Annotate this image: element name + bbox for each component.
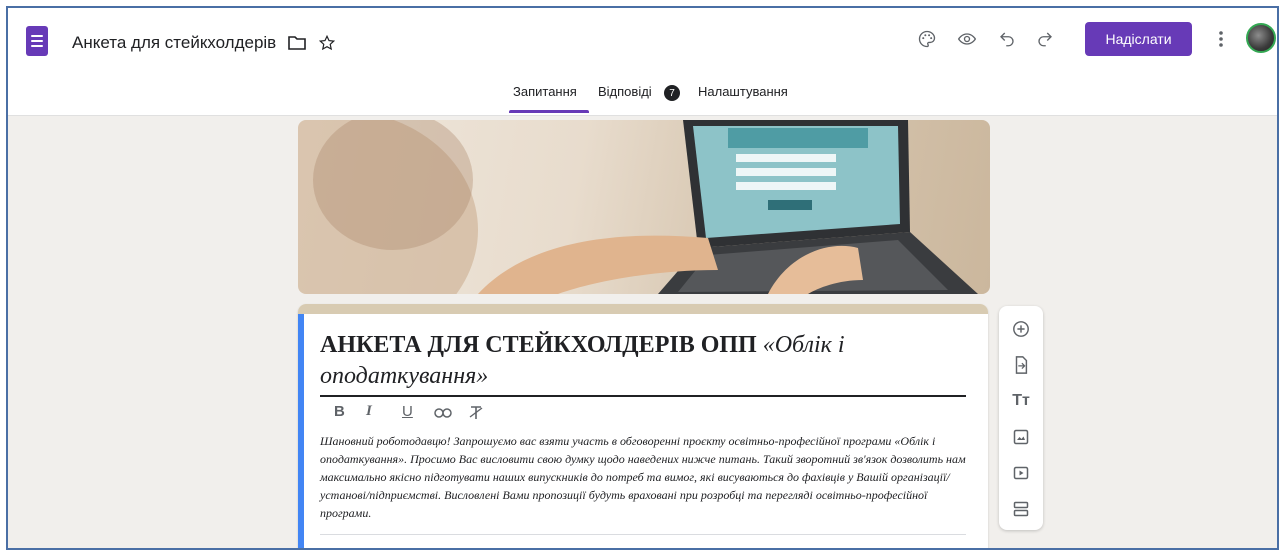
google-forms-icon[interactable] [26,26,48,56]
description-underline [320,534,966,535]
form-title[interactable]: АНКЕТА ДЛЯ СТЕЙКХОЛДЕРІВ ОПП «Облік і оп… [320,330,970,392]
theme-color-bar [298,304,988,314]
avatar[interactable] [1246,23,1276,53]
add-section-icon[interactable] [999,494,1043,524]
top-bar: Анкета для стейкхолдерів Надіслати Запит… [8,8,1277,116]
bold-button[interactable]: B [334,403,345,420]
document-title[interactable]: Анкета для стейкхолдерів [72,33,276,53]
italic-button[interactable]: I [366,403,372,420]
title-underline [320,395,966,397]
send-button[interactable]: Надіслати [1085,22,1192,56]
palette-icon[interactable] [914,26,940,52]
eye-icon[interactable] [954,26,980,52]
star-icon[interactable] [316,32,338,54]
focus-indicator [298,314,304,548]
tab-bar: Запитання Відповіді 7 Налаштування [8,80,1277,116]
import-questions-icon[interactable] [999,350,1043,380]
undo-icon[interactable] [994,26,1020,52]
tab-settings[interactable]: Налаштування [698,84,788,99]
form-header-card[interactable]: АНКЕТА ДЛЯ СТЕЙКХОЛДЕРІВ ОПП «Облік і оп… [298,304,988,548]
browser-frame: Анкета для стейкхолдерів Надіслати Запит… [6,6,1279,550]
add-image-icon[interactable] [999,422,1043,452]
tab-responses[interactable]: Відповіді [598,84,652,99]
underline-button[interactable]: U [402,403,413,420]
header-image [298,120,990,294]
responses-count-badge: 7 [664,85,680,101]
form-title-text: АНКЕТА ДЛЯ СТЕЙКХОЛДЕРІВ ОПП [320,332,763,358]
redo-icon[interactable] [1032,26,1058,52]
tab-questions[interactable]: Запитання [513,84,577,99]
add-video-icon[interactable] [999,458,1043,488]
form-description[interactable]: Шановний роботодавцю! Запрошуємо вас взя… [320,432,970,522]
add-title-icon[interactable]: Tт [999,386,1043,416]
more-vert-icon[interactable] [1210,26,1232,52]
active-tab-indicator [509,110,589,113]
clear-formatting-icon[interactable] [468,405,484,425]
link-icon[interactable] [434,406,452,423]
question-toolbar: Tт [999,306,1043,530]
folder-icon[interactable] [286,32,308,54]
add-question-icon[interactable] [999,314,1043,344]
